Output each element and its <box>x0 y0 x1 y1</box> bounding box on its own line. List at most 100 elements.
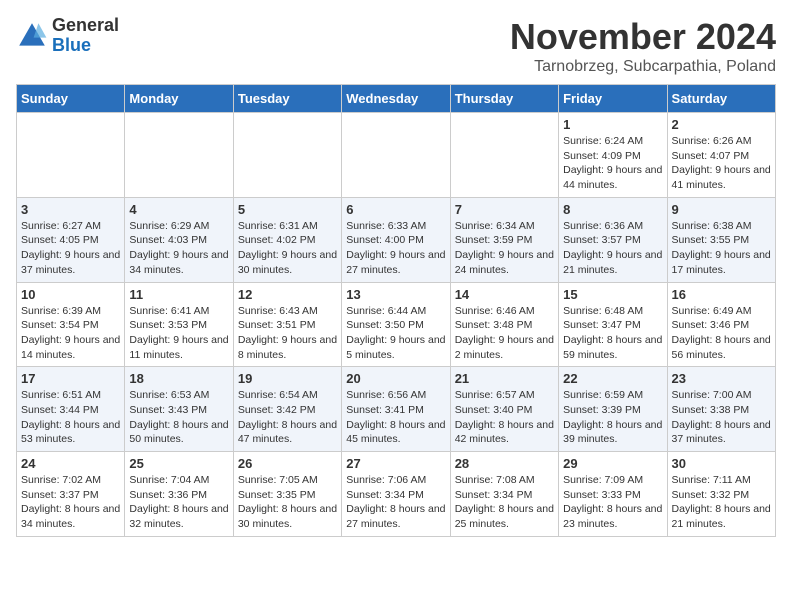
day-number: 18 <box>129 371 228 386</box>
day-detail: Sunrise: 6:34 AM Sunset: 3:59 PM Dayligh… <box>455 219 554 278</box>
day-detail: Sunrise: 6:59 AM Sunset: 3:39 PM Dayligh… <box>563 388 662 447</box>
weekday-header-tuesday: Tuesday <box>233 85 341 113</box>
day-number: 15 <box>563 287 662 302</box>
calendar-cell: 27 Sunrise: 7:06 AM Sunset: 3:34 PM Dayli… <box>342 452 450 537</box>
calendar-header: SundayMondayTuesdayWednesdayThursdayFrid… <box>17 85 776 113</box>
day-number: 4 <box>129 202 228 217</box>
calendar-cell <box>125 113 233 198</box>
logo-blue: Blue <box>52 35 91 55</box>
calendar-week-3: 10 Sunrise: 6:39 AM Sunset: 3:54 PM Dayli… <box>17 282 776 367</box>
weekday-header-thursday: Thursday <box>450 85 558 113</box>
day-detail: Sunrise: 6:43 AM Sunset: 3:51 PM Dayligh… <box>238 304 337 363</box>
day-number: 14 <box>455 287 554 302</box>
calendar-cell: 13Sunrise: 6:44 AM Sunset: 3:50 PM Dayli… <box>342 282 450 367</box>
day-number: 5 <box>238 202 337 217</box>
day-detail: Sunrise: 6:33 AM Sunset: 4:00 PM Dayligh… <box>346 219 445 278</box>
calendar-cell: 19 Sunrise: 6:54 AM Sunset: 3:42 PM Dayli… <box>233 367 341 452</box>
header: General Blue November 2024 Tarnobrzeg, S… <box>16 16 776 76</box>
calendar-cell: 2Sunrise: 6:26 AM Sunset: 4:07 PM Daylig… <box>667 113 775 198</box>
day-number: 26 <box>238 456 337 471</box>
day-number: 8 <box>563 202 662 217</box>
day-number: 28 <box>455 456 554 471</box>
calendar-week-1: 1 Sunrise: 6:24 AM Sunset: 4:09 PM Daylig… <box>17 113 776 198</box>
calendar-cell: 6Sunrise: 6:33 AM Sunset: 4:00 PM Daylig… <box>342 197 450 282</box>
day-detail: Sunrise: 6:46 AM Sunset: 3:48 PM Dayligh… <box>455 304 554 363</box>
calendar-cell: 24 Sunrise: 7:02 AM Sunset: 3:37 PM Dayli… <box>17 452 125 537</box>
day-detail: Sunrise: 7:02 AM Sunset: 3:37 PM Dayligh… <box>21 473 120 532</box>
day-detail: Sunrise: 6:29 AM Sunset: 4:03 PM Dayligh… <box>129 219 228 278</box>
day-number: 20 <box>346 371 445 386</box>
day-detail: Sunrise: 6:36 AM Sunset: 3:57 PM Dayligh… <box>563 219 662 278</box>
calendar-cell: 30 Sunrise: 7:11 AM Sunset: 3:32 PM Dayli… <box>667 452 775 537</box>
calendar-cell: 26 Sunrise: 7:05 AM Sunset: 3:35 PM Dayli… <box>233 452 341 537</box>
day-detail: Sunrise: 7:00 AM Sunset: 3:38 PM Dayligh… <box>672 388 771 447</box>
day-detail: Sunrise: 6:48 AM Sunset: 3:47 PM Dayligh… <box>563 304 662 363</box>
calendar-cell: 11Sunrise: 6:41 AM Sunset: 3:53 PM Dayli… <box>125 282 233 367</box>
calendar-cell <box>233 113 341 198</box>
day-detail: Sunrise: 7:09 AM Sunset: 3:33 PM Dayligh… <box>563 473 662 532</box>
logo-icon <box>16 20 48 52</box>
day-number: 27 <box>346 456 445 471</box>
day-detail: Sunrise: 6:57 AM Sunset: 3:40 PM Dayligh… <box>455 388 554 447</box>
day-number: 1 <box>563 117 662 132</box>
calendar-cell: 12 Sunrise: 6:43 AM Sunset: 3:51 PM Dayli… <box>233 282 341 367</box>
weekday-row: SundayMondayTuesdayWednesdayThursdayFrid… <box>17 85 776 113</box>
calendar-table: SundayMondayTuesdayWednesdayThursdayFrid… <box>16 84 776 537</box>
calendar-cell: 8 Sunrise: 6:36 AM Sunset: 3:57 PM Daylig… <box>559 197 667 282</box>
location-title: Tarnobrzeg, Subcarpathia, Poland <box>510 58 776 76</box>
calendar-cell: 9Sunrise: 6:38 AM Sunset: 3:55 PM Daylig… <box>667 197 775 282</box>
day-number: 24 <box>21 456 120 471</box>
calendar-week-4: 17 Sunrise: 6:51 AM Sunset: 3:44 PM Dayli… <box>17 367 776 452</box>
weekday-header-monday: Monday <box>125 85 233 113</box>
day-number: 13 <box>346 287 445 302</box>
calendar-cell: 10 Sunrise: 6:39 AM Sunset: 3:54 PM Dayli… <box>17 282 125 367</box>
weekday-header-wednesday: Wednesday <box>342 85 450 113</box>
weekday-header-saturday: Saturday <box>667 85 775 113</box>
day-detail: Sunrise: 6:38 AM Sunset: 3:55 PM Dayligh… <box>672 219 771 278</box>
month-title: November 2024 <box>510 16 776 58</box>
day-number: 2 <box>672 117 771 132</box>
day-detail: Sunrise: 6:56 AM Sunset: 3:41 PM Dayligh… <box>346 388 445 447</box>
day-detail: Sunrise: 6:31 AM Sunset: 4:02 PM Dayligh… <box>238 219 337 278</box>
calendar-cell <box>342 113 450 198</box>
day-detail: Sunrise: 7:05 AM Sunset: 3:35 PM Dayligh… <box>238 473 337 532</box>
calendar-cell: 22 Sunrise: 6:59 AM Sunset: 3:39 PM Dayli… <box>559 367 667 452</box>
calendar-cell: 5 Sunrise: 6:31 AM Sunset: 4:02 PM Daylig… <box>233 197 341 282</box>
day-detail: Sunrise: 6:51 AM Sunset: 3:44 PM Dayligh… <box>21 388 120 447</box>
calendar-cell <box>450 113 558 198</box>
calendar-cell <box>17 113 125 198</box>
day-number: 7 <box>455 202 554 217</box>
calendar-cell: 4 Sunrise: 6:29 AM Sunset: 4:03 PM Daylig… <box>125 197 233 282</box>
day-number: 30 <box>672 456 771 471</box>
calendar-cell: 15 Sunrise: 6:48 AM Sunset: 3:47 PM Dayli… <box>559 282 667 367</box>
day-detail: Sunrise: 7:04 AM Sunset: 3:36 PM Dayligh… <box>129 473 228 532</box>
calendar-cell: 21 Sunrise: 6:57 AM Sunset: 3:40 PM Dayli… <box>450 367 558 452</box>
day-detail: Sunrise: 7:08 AM Sunset: 3:34 PM Dayligh… <box>455 473 554 532</box>
day-number: 29 <box>563 456 662 471</box>
calendar-cell: 16Sunrise: 6:49 AM Sunset: 3:46 PM Dayli… <box>667 282 775 367</box>
calendar-cell: 20 Sunrise: 6:56 AM Sunset: 3:41 PM Dayli… <box>342 367 450 452</box>
day-detail: Sunrise: 6:54 AM Sunset: 3:42 PM Dayligh… <box>238 388 337 447</box>
logo-text: General Blue <box>52 16 119 56</box>
day-number: 19 <box>238 371 337 386</box>
day-detail: Sunrise: 6:27 AM Sunset: 4:05 PM Dayligh… <box>21 219 120 278</box>
day-number: 21 <box>455 371 554 386</box>
day-number: 11 <box>129 287 228 302</box>
weekday-header-friday: Friday <box>559 85 667 113</box>
calendar-cell: 29 Sunrise: 7:09 AM Sunset: 3:33 PM Dayli… <box>559 452 667 537</box>
calendar-cell: 28 Sunrise: 7:08 AM Sunset: 3:34 PM Dayli… <box>450 452 558 537</box>
day-detail: Sunrise: 6:39 AM Sunset: 3:54 PM Dayligh… <box>21 304 120 363</box>
day-number: 22 <box>563 371 662 386</box>
calendar-week-5: 24 Sunrise: 7:02 AM Sunset: 3:37 PM Dayli… <box>17 452 776 537</box>
calendar-cell: 3 Sunrise: 6:27 AM Sunset: 4:05 PM Daylig… <box>17 197 125 282</box>
calendar-cell: 18 Sunrise: 6:53 AM Sunset: 3:43 PM Dayli… <box>125 367 233 452</box>
day-detail: Sunrise: 7:11 AM Sunset: 3:32 PM Dayligh… <box>672 473 771 532</box>
day-number: 12 <box>238 287 337 302</box>
calendar-cell: 7 Sunrise: 6:34 AM Sunset: 3:59 PM Daylig… <box>450 197 558 282</box>
day-detail: Sunrise: 6:24 AM Sunset: 4:09 PM Dayligh… <box>563 134 662 193</box>
day-detail: Sunrise: 7:06 AM Sunset: 3:34 PM Dayligh… <box>346 473 445 532</box>
day-detail: Sunrise: 6:53 AM Sunset: 3:43 PM Dayligh… <box>129 388 228 447</box>
day-number: 17 <box>21 371 120 386</box>
day-number: 3 <box>21 202 120 217</box>
day-number: 10 <box>21 287 120 302</box>
